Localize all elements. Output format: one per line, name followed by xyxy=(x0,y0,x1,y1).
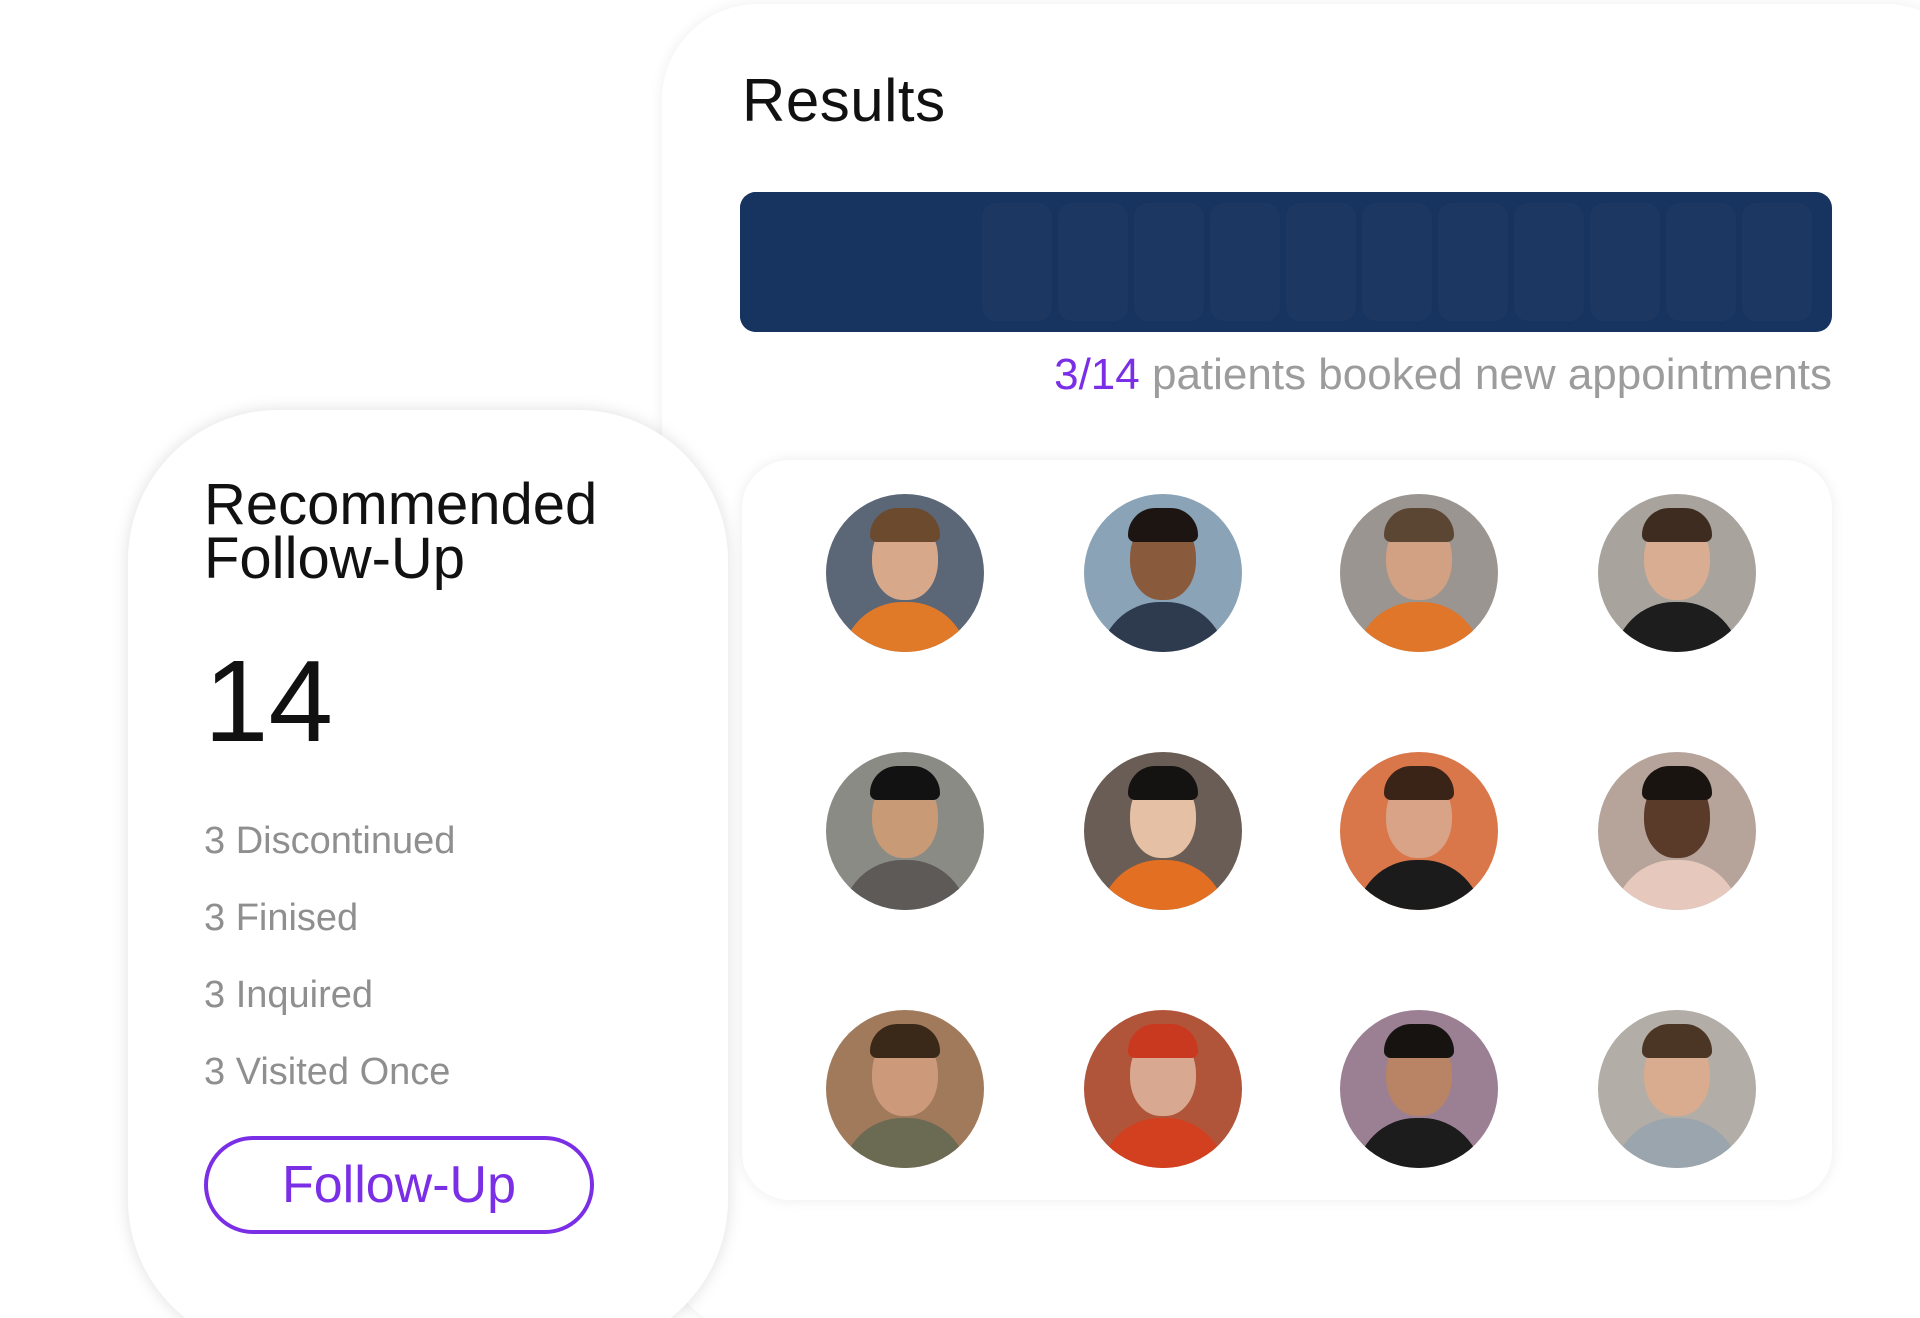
avatar-hair xyxy=(1128,766,1198,800)
avatar-torso xyxy=(842,602,968,652)
progress-segment xyxy=(1514,203,1584,321)
avatar-torso xyxy=(842,1118,968,1168)
avatar-torso xyxy=(1356,602,1482,652)
progress-segment xyxy=(1058,203,1128,321)
avatar-hair xyxy=(870,1024,940,1058)
booking-progress-bar xyxy=(740,192,1832,332)
patient-avatar xyxy=(1084,494,1242,652)
avatar-torso xyxy=(1614,1118,1740,1168)
progress-segment xyxy=(1590,203,1660,321)
patient-avatar xyxy=(1340,752,1498,910)
avatar-hair xyxy=(1128,508,1198,542)
avatar-hair xyxy=(1642,508,1712,542)
avatar-hair xyxy=(1384,766,1454,800)
avatar-torso xyxy=(1356,1118,1482,1168)
patient-avatar xyxy=(1598,1010,1756,1168)
avatar-torso xyxy=(1100,602,1226,652)
avatar-hair xyxy=(1642,1024,1712,1058)
breakdown-item-visited-once: 3 Visited Once xyxy=(204,1051,451,1093)
booked-appointments-caption: 3/14 patients booked new appointments xyxy=(740,350,1832,400)
progress-segment xyxy=(1666,203,1736,321)
patient-avatar xyxy=(1084,1010,1242,1168)
breakdown-item-finished: 3 Finised xyxy=(204,897,359,939)
avatar-torso xyxy=(1614,860,1740,910)
progress-segment xyxy=(1210,203,1280,321)
patient-avatar xyxy=(1598,752,1756,910)
avatar-torso xyxy=(1100,1118,1226,1168)
avatar-torso xyxy=(1614,602,1740,652)
results-title: Results xyxy=(742,67,946,134)
breakdown-item-inquired: 3 Inquired xyxy=(204,974,374,1016)
avatar-hair xyxy=(870,766,940,800)
progress-segment xyxy=(1438,203,1508,321)
progress-segment xyxy=(1134,203,1204,321)
patient-avatar xyxy=(1340,494,1498,652)
progress-segment xyxy=(1742,203,1812,321)
booked-label: patients booked new appointments xyxy=(1139,350,1832,399)
avatar-torso xyxy=(842,860,968,910)
avatar-hair xyxy=(1128,1024,1198,1058)
avatar-hair xyxy=(1384,1024,1454,1058)
follow-up-breakdown: 3 Discontinued 3 Finised 3 Inquired 3 Vi… xyxy=(204,818,455,1126)
avatar-torso xyxy=(1356,860,1482,910)
patient-avatar xyxy=(1084,752,1242,910)
booked-count: 3/14 xyxy=(1054,350,1140,399)
patient-avatar xyxy=(826,1010,984,1168)
results-dashboard: Results 3/14 patients booked new appoint… xyxy=(0,0,1920,1318)
follow-up-button[interactable]: Follow-Up xyxy=(204,1136,594,1234)
follow-up-title: Recommended Follow-Up xyxy=(204,472,598,591)
progress-segment xyxy=(1362,203,1432,321)
patient-avatar xyxy=(1598,494,1756,652)
breakdown-item-discontinued: 3 Discontinued xyxy=(204,820,456,862)
avatar-hair xyxy=(870,508,940,542)
patient-avatar xyxy=(1340,1010,1498,1168)
avatar-torso xyxy=(1100,860,1226,910)
avatar-hair xyxy=(1384,508,1454,542)
patient-avatar xyxy=(826,752,984,910)
progress-segment xyxy=(982,203,1052,321)
patient-avatar xyxy=(826,494,984,652)
avatar-hair xyxy=(1642,766,1712,800)
booking-progress-fill xyxy=(740,192,982,332)
progress-segment xyxy=(1286,203,1356,321)
follow-up-total: 14 xyxy=(204,636,334,766)
